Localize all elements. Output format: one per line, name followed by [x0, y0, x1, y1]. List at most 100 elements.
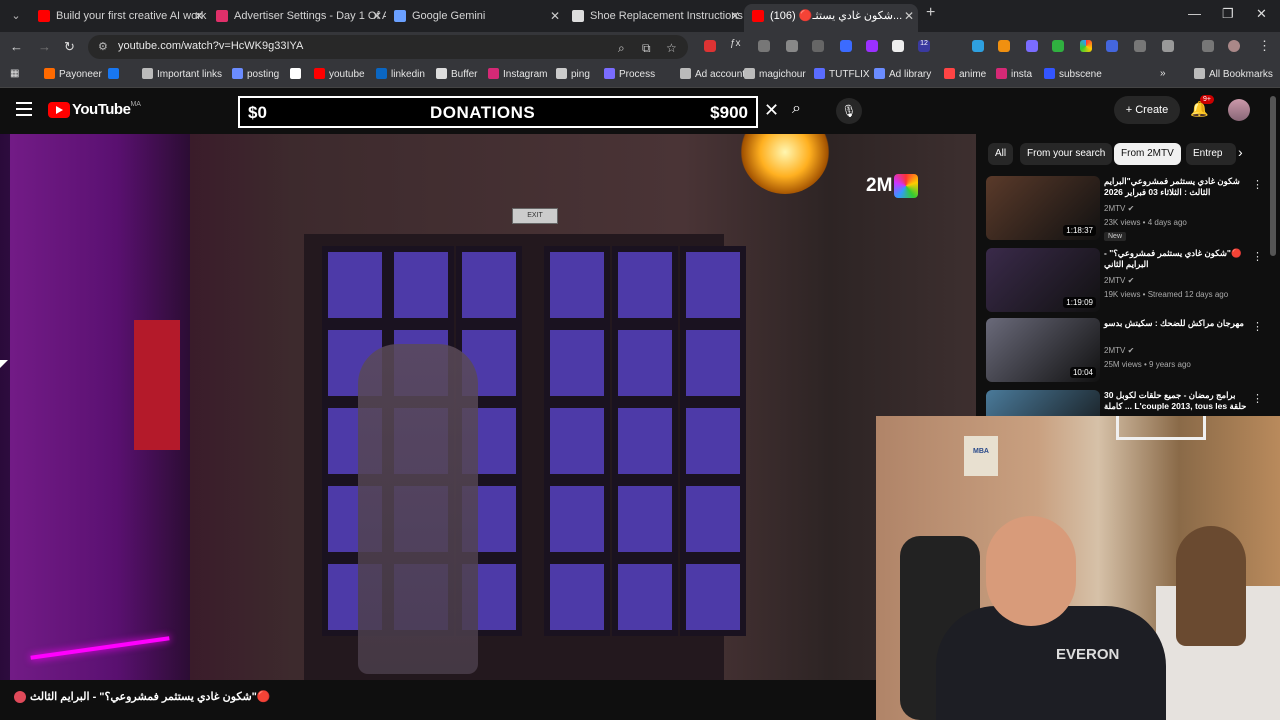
- clear-search-icon[interactable]: ✕: [764, 100, 779, 121]
- address-bar[interactable]: ⚙ youtube.com/watch?v=HcWK9g33IYA ⌕ ⧉ ☆: [88, 35, 688, 59]
- tab-search-icon[interactable]: ⌄: [6, 6, 26, 26]
- link-extension-icon[interactable]: [892, 40, 904, 52]
- chip-from-channel[interactable]: From 2MTV: [1114, 143, 1181, 165]
- recommended-video[interactable]: برامج رمضان - جميع حلقات لكوبل 30 حلقة L…: [986, 390, 1266, 416]
- extension-icon[interactable]: [704, 40, 716, 52]
- chevron-right-icon[interactable]: ›: [1238, 144, 1243, 160]
- recommended-video[interactable]: 1:19:09 🔴"شكون غادي يستثمر فمشروعي؟" - ال…: [986, 248, 1266, 314]
- recommended-title[interactable]: 🔴"شكون غادي يستثمر فمشروعي؟" - البرايم ا…: [1104, 248, 1252, 270]
- extension-icon[interactable]: [1026, 40, 1038, 52]
- camera-extension-icon[interactable]: [786, 40, 798, 52]
- video-thumbnail[interactable]: [986, 390, 1100, 416]
- close-window-icon[interactable]: ✕: [1256, 6, 1267, 22]
- extension-icon[interactable]: [1106, 40, 1118, 52]
- bookmark-item[interactable]: magichour: [744, 68, 806, 80]
- close-icon[interactable]: ✕: [372, 4, 382, 28]
- tab-active[interactable]: (106) 🔴شكون غادي يستثـ... ✕: [744, 4, 918, 32]
- bookmark-item[interactable]: [108, 68, 123, 80]
- close-icon[interactable]: ✕: [194, 4, 204, 28]
- create-button[interactable]: + Create: [1114, 96, 1180, 124]
- bookmark-item[interactable]: Buffer: [436, 68, 478, 80]
- bookmark-item[interactable]: linkedin: [376, 68, 425, 80]
- back-icon[interactable]: ←: [10, 39, 23, 54]
- bookmark-item[interactable]: insta: [996, 68, 1032, 80]
- recommended-video[interactable]: 10:04 مهرجان مراكش للضحك : سكيتش بدسو 2MTV…: [986, 318, 1266, 384]
- chip-entrep[interactable]: Entrep: [1186, 143, 1236, 165]
- bookmark-item[interactable]: [290, 68, 305, 80]
- more-options-icon[interactable]: ⋮: [1252, 178, 1263, 191]
- video-thumbnail[interactable]: 1:19:09: [986, 248, 1100, 312]
- new-tab-icon[interactable]: +: [926, 4, 935, 22]
- bookmark-item[interactable]: Ad library: [874, 68, 931, 80]
- tab-3[interactable]: Shoe Replacement Instructions ✕: [564, 4, 744, 28]
- tab-favicon: [38, 10, 50, 22]
- close-icon[interactable]: ✕: [730, 4, 740, 28]
- extension-icon[interactable]: [1080, 40, 1092, 52]
- zoom-icon[interactable]: ⌕: [618, 41, 625, 56]
- reload-icon[interactable]: ↻: [64, 39, 75, 55]
- tab-0[interactable]: Build your first creative AI work ✕: [30, 4, 208, 28]
- install-icon[interactable]: ⧉: [642, 41, 651, 56]
- extension-icon[interactable]: [1052, 40, 1064, 52]
- extensions-puzzle-icon[interactable]: [1162, 40, 1174, 52]
- bookmark-star-icon[interactable]: ☆: [666, 41, 677, 55]
- extension-icon[interactable]: [1134, 40, 1146, 52]
- recommended-title[interactable]: شكون غادي يستثمر فمشروعي"البرايم الثالث …: [1104, 176, 1252, 198]
- all-bookmarks[interactable]: All Bookmarks: [1194, 68, 1273, 80]
- bookmark-item[interactable]: TUTFLIX: [814, 68, 870, 80]
- recommended-channel[interactable]: 2MTV ✔: [1104, 346, 1134, 355]
- site-info-icon[interactable]: ⚙: [98, 40, 108, 53]
- bookmark-item[interactable]: anime: [944, 68, 986, 80]
- extension-icon[interactable]: [840, 40, 852, 52]
- apps-grid-icon[interactable]: ▦: [10, 68, 19, 79]
- menu-icon[interactable]: [16, 102, 32, 116]
- close-icon[interactable]: ✕: [550, 4, 560, 28]
- search-icon[interactable]: ⌕: [792, 100, 801, 118]
- notifications-icon[interactable]: 🔔 9+: [1190, 95, 1214, 118]
- extension-icon[interactable]: [758, 40, 770, 52]
- scrollbar[interactable]: [1270, 96, 1276, 256]
- fx-extension-icon[interactable]: ƒx: [730, 38, 742, 50]
- bookmark-item[interactable]: Payoneer: [44, 68, 102, 80]
- maximize-icon[interactable]: ❐: [1222, 6, 1234, 22]
- bookmark-item[interactable]: subscene: [1044, 68, 1102, 80]
- more-options-icon[interactable]: ⋮: [1252, 250, 1263, 263]
- avatar[interactable]: [1228, 99, 1250, 121]
- youtube-logo[interactable]: YouTubeMA: [48, 101, 141, 119]
- minimize-icon[interactable]: —: [1188, 6, 1201, 21]
- microphone-icon[interactable]: 🎙: [836, 98, 862, 124]
- recommended-title[interactable]: مهرجان مراكش للضحك : سكيتش بدسو: [1104, 318, 1252, 329]
- close-icon[interactable]: ✕: [904, 4, 914, 28]
- browser-menu-icon[interactable]: ⋮: [1258, 38, 1271, 54]
- door-pane: [680, 480, 746, 558]
- more-options-icon[interactable]: ⋮: [1252, 320, 1263, 333]
- tab-1[interactable]: Advertiser Settings - Day 1 Of A ✕: [208, 4, 386, 28]
- video-thumbnail[interactable]: 1:18:37: [986, 176, 1100, 240]
- recommended-channel[interactable]: 2MTV ✔: [1104, 204, 1134, 213]
- more-options-icon[interactable]: ⋮: [1252, 392, 1263, 405]
- chip-from-search[interactable]: From your search: [1020, 143, 1113, 165]
- recommended-video[interactable]: 1:18:37 شكون غادي يستثمر فمشروعي"البرايم …: [986, 176, 1266, 242]
- bookmark-item[interactable]: Instagram: [488, 68, 547, 80]
- reading-list-icon[interactable]: [1202, 40, 1214, 52]
- profile-icon[interactable]: [1228, 40, 1240, 52]
- forward-icon[interactable]: →: [38, 39, 51, 54]
- recommended-title[interactable]: برامج رمضان - جميع حلقات لكوبل 30 حلقة L…: [1104, 390, 1252, 412]
- extension-badge-icon[interactable]: 12: [918, 40, 930, 52]
- bookmark-item[interactable]: Process: [604, 68, 655, 80]
- bookmark-item[interactable]: youtube: [314, 68, 365, 80]
- tab-2[interactable]: Google Gemini ✕: [386, 4, 564, 28]
- recommended-channel[interactable]: 2MTV ✔: [1104, 276, 1134, 285]
- bookmark-item[interactable]: posting: [232, 68, 279, 80]
- video-player[interactable]: EXIT 2M: [0, 134, 976, 680]
- bookmark-item[interactable]: Important links: [142, 68, 222, 80]
- video-thumbnail[interactable]: 10:04: [986, 318, 1100, 382]
- more-bookmarks-icon[interactable]: »: [1160, 68, 1166, 79]
- bookmark-item[interactable]: ping: [556, 68, 590, 80]
- extension-icon[interactable]: [812, 40, 824, 52]
- chip-all[interactable]: All: [988, 143, 1014, 165]
- extension-icon[interactable]: [972, 40, 984, 52]
- amazon-extension-icon[interactable]: [998, 40, 1010, 52]
- bookmark-item[interactable]: Ad accounts: [680, 68, 750, 80]
- download-extension-icon[interactable]: [866, 40, 878, 52]
